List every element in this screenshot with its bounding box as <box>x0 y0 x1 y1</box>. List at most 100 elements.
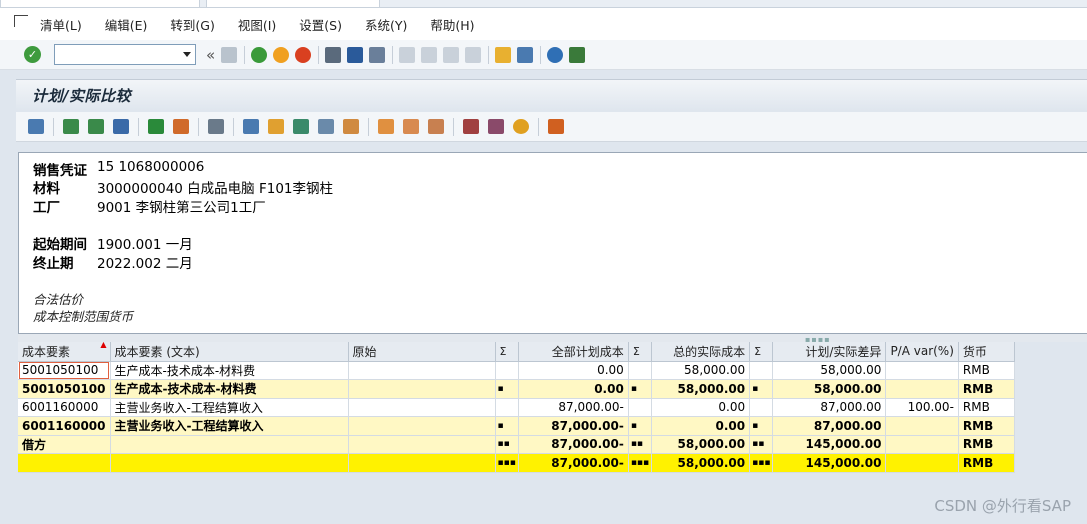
cost-element-icon[interactable] <box>463 119 479 134</box>
cell-pa-var[interactable] <box>885 435 959 454</box>
cell-pa-var[interactable] <box>885 361 959 380</box>
cell-pa-var[interactable]: 100.00- <box>885 398 959 417</box>
cell-currency[interactable]: RMB <box>958 379 1015 399</box>
cell-variance[interactable]: 58,000.00 <box>772 379 887 399</box>
col-pa-var-percent[interactable]: P/A var(%) <box>885 342 959 362</box>
next-page-icon[interactable] <box>443 46 460 63</box>
cell-variance[interactable]: 145,000.00 <box>772 435 887 454</box>
menu-view[interactable]: 视图(I) <box>238 15 276 34</box>
last-page-icon[interactable] <box>465 46 482 63</box>
cell-plan-cost[interactable]: 0.00 <box>518 361 629 380</box>
table-row[interactable]: 5001050100 生产成本-技术成本-材料费 0.00 58,000.00 … <box>18 361 1015 380</box>
cell-cost-element[interactable]: 6001160000 <box>18 416 111 436</box>
cell-cost-element-text[interactable]: 主营业务收入-工程结算收入 <box>110 398 349 417</box>
print-icon[interactable] <box>325 46 342 63</box>
dropdown-arrow-icon[interactable] <box>183 52 191 57</box>
new-session-icon[interactable] <box>495 46 512 63</box>
cell-cost-element[interactable]: 5001050100 <box>18 379 111 399</box>
cell-cost-element-text[interactable]: 生产成本-技术成本-材料费 <box>110 379 349 399</box>
enter-check-icon[interactable]: ✓ <box>24 46 41 63</box>
col-sum-marker-icon[interactable]: Σ <box>749 342 774 362</box>
cell-variance[interactable]: 58,000.00 <box>772 361 887 380</box>
cell-variance[interactable]: 145,000.00 <box>772 453 887 473</box>
cell-plan-cost[interactable]: 87,000.00- <box>518 453 629 473</box>
sort-descending-icon[interactable] <box>88 119 104 134</box>
window-tab[interactable] <box>206 0 380 8</box>
command-field[interactable] <box>54 44 196 65</box>
graphic-icon[interactable] <box>548 119 564 134</box>
hierarchy-icon[interactable] <box>488 119 504 134</box>
menu-settings[interactable]: 设置(S) <box>299 15 342 34</box>
total-icon[interactable] <box>148 119 164 134</box>
collapse-chevron-icon[interactable]: « <box>206 46 215 64</box>
sort-ascending-icon[interactable] <box>63 119 79 134</box>
cell-currency[interactable]: RMB <box>958 361 1015 380</box>
cancel-icon[interactable] <box>295 46 312 63</box>
save-layout-icon[interactable] <box>428 119 444 134</box>
cell-origin[interactable] <box>348 453 496 473</box>
cell-plan-cost[interactable]: 87,000.00- <box>518 416 629 436</box>
details-icon[interactable] <box>28 119 44 134</box>
col-sum-marker-icon[interactable]: Σ <box>628 342 653 362</box>
cell-variance[interactable]: 87,000.00 <box>772 416 887 436</box>
cell-plan-cost[interactable]: 87,000.00- <box>518 398 629 417</box>
refresh-icon[interactable] <box>513 119 529 134</box>
col-plan-actual-variance[interactable]: 计划/实际差异 <box>772 342 887 362</box>
previous-page-icon[interactable] <box>421 46 438 63</box>
find-icon[interactable] <box>347 46 364 63</box>
col-currency[interactable]: 货币 <box>958 342 1015 362</box>
cell-cost-element[interactable]: 6001160000 <box>18 398 111 417</box>
col-cost-element-text[interactable]: 成本要素 (文本) <box>110 342 349 362</box>
print-preview-icon[interactable] <box>208 119 224 134</box>
back-icon[interactable] <box>251 46 268 63</box>
cell-origin[interactable] <box>348 435 496 454</box>
find-next-icon[interactable] <box>369 46 386 63</box>
cell-actual-cost[interactable]: 58,000.00 <box>651 361 751 380</box>
cell-currency[interactable]: RMB <box>958 416 1015 436</box>
cell-actual-cost[interactable]: 0.00 <box>651 398 751 417</box>
grand-total-row[interactable]: ▪▪▪ 87,000.00- ▪▪▪ 58,000.00 ▪▪▪ 145,000… <box>18 453 1015 473</box>
cell-currency[interactable]: RMB <box>958 453 1015 473</box>
mail-icon[interactable] <box>318 119 334 134</box>
menu-edit[interactable]: 编辑(E) <box>105 15 148 34</box>
cell-origin[interactable] <box>348 361 496 380</box>
abc-analysis-icon[interactable] <box>343 119 359 134</box>
subtotal-row[interactable]: 6001160000 主营业务收入-工程结算收入 ▪ 87,000.00- ▪ … <box>18 416 1015 436</box>
splitter-bar[interactable]: ▪▪▪▪ <box>18 334 1087 344</box>
cell-cost-element-text[interactable] <box>110 435 349 454</box>
menu-goto[interactable]: 转到(G) <box>170 15 214 34</box>
cell-cost-element-text[interactable]: 主营业务收入-工程结算收入 <box>110 416 349 436</box>
cell-plan-cost[interactable]: 87,000.00- <box>518 435 629 454</box>
cell-origin[interactable] <box>348 398 496 417</box>
cell-plan-cost[interactable]: 0.00 <box>518 379 629 399</box>
cell-pa-var[interactable] <box>885 416 959 436</box>
menu-list[interactable]: 清单(L) <box>40 15 82 34</box>
cell-cost-element-text[interactable]: 生产成本-技术成本-材料费 <box>110 361 349 380</box>
col-cost-element[interactable]: 成本要素 ▲ <box>18 342 111 362</box>
cell-origin[interactable] <box>348 379 496 399</box>
cell-pa-var[interactable] <box>885 453 959 473</box>
menu-toggle-icon[interactable] <box>14 15 28 27</box>
first-page-icon[interactable] <box>399 46 416 63</box>
change-layout-icon[interactable] <box>403 119 419 134</box>
cell-cost-element[interactable] <box>18 453 111 473</box>
cell-currency[interactable]: RMB <box>958 435 1015 454</box>
shortcut-icon[interactable] <box>517 46 534 63</box>
subtotal-row[interactable]: 5001050100 生产成本-技术成本-材料费 ▪ 0.00 ▪ 58,000… <box>18 379 1015 399</box>
save-icon[interactable] <box>221 46 238 63</box>
cell-actual-cost[interactable]: 58,000.00 <box>651 435 751 454</box>
subtotal-icon[interactable] <box>173 119 189 134</box>
col-total-actual-cost[interactable]: 总的实际成本 <box>651 342 751 362</box>
cell-currency[interactable]: RMB <box>958 398 1015 417</box>
choose-layout-icon[interactable] <box>378 119 394 134</box>
cell-pa-var[interactable] <box>885 379 959 399</box>
cell-origin[interactable] <box>348 416 496 436</box>
cell-cost-element[interactable]: 借方 <box>18 435 111 454</box>
export-icon[interactable] <box>243 119 259 134</box>
filter-icon[interactable] <box>113 119 129 134</box>
menu-system[interactable]: 系统(Y) <box>365 15 407 34</box>
exit-icon[interactable] <box>273 46 290 63</box>
cell-cost-element[interactable]: 5001050100 <box>18 361 111 380</box>
cell-actual-cost[interactable]: 58,000.00 <box>651 453 751 473</box>
col-total-plan-cost[interactable]: 全部计划成本 <box>518 342 629 362</box>
